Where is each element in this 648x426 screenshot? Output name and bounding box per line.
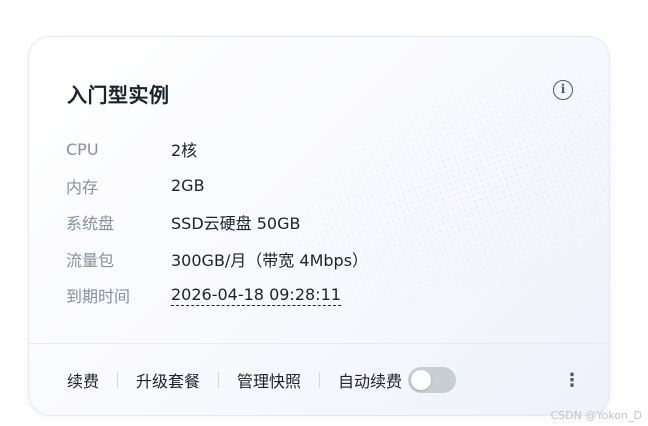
spec-row-memory: 内存 2GB [66,168,368,205]
spec-row-cpu: CPU 2核 [66,131,368,168]
auto-renew-toggle[interactable] [408,367,457,393]
manage-snapshot-button[interactable]: 管理快照 [227,368,311,392]
auto-renew-group: 自动续费 [328,367,457,393]
watermark: CSDN @Yokon_D [550,409,643,422]
spec-label: CPU [66,139,99,159]
spec-label: 流量包 [66,250,115,270]
info-icon[interactable]: i [553,80,573,100]
more-vertical-icon[interactable]: ⋮ [563,370,581,391]
upgrade-plan-button[interactable]: 升级套餐 [126,368,210,392]
expiry-time[interactable]: 2026-04-18 09:28:11 [171,285,341,306]
spec-value: 2核 [171,141,198,161]
card-footer: 续费 升级套餐 管理快照 自动续费 ⋮ [57,344,585,415]
spec-label: 内存 [66,177,99,197]
spec-value: SSD云硬盘 50GB [171,214,301,234]
spec-list: CPU 2核 内存 2GB 系统盘 SSD云硬盘 50GB 流量包 300GB/… [66,131,368,314]
card-title: 入门型实例 [67,83,170,107]
action-separator [319,372,321,388]
toggle-knob [411,370,432,390]
spec-row-expiry: 到期时间 2026-04-18 09:28:11 [66,277,368,314]
spec-label: 系统盘 [66,214,115,234]
renew-button[interactable]: 续费 [57,368,109,392]
action-separator [117,372,119,388]
spec-label: 到期时间 [66,287,131,307]
spec-value: 300GB/月（带宽 4Mbps） [171,250,369,270]
action-separator [218,372,220,388]
spec-value: 2GB [171,176,205,196]
spec-row-system-disk: 系统盘 SSD云硬盘 50GB [66,204,368,241]
auto-renew-label: 自动续费 [338,372,403,391]
spec-row-traffic: 流量包 300GB/月（带宽 4Mbps） [66,241,368,278]
instance-card: 入门型实例 i CPU 2核 内存 2GB 系统盘 SSD云硬盘 50GB 流量… [28,36,610,416]
